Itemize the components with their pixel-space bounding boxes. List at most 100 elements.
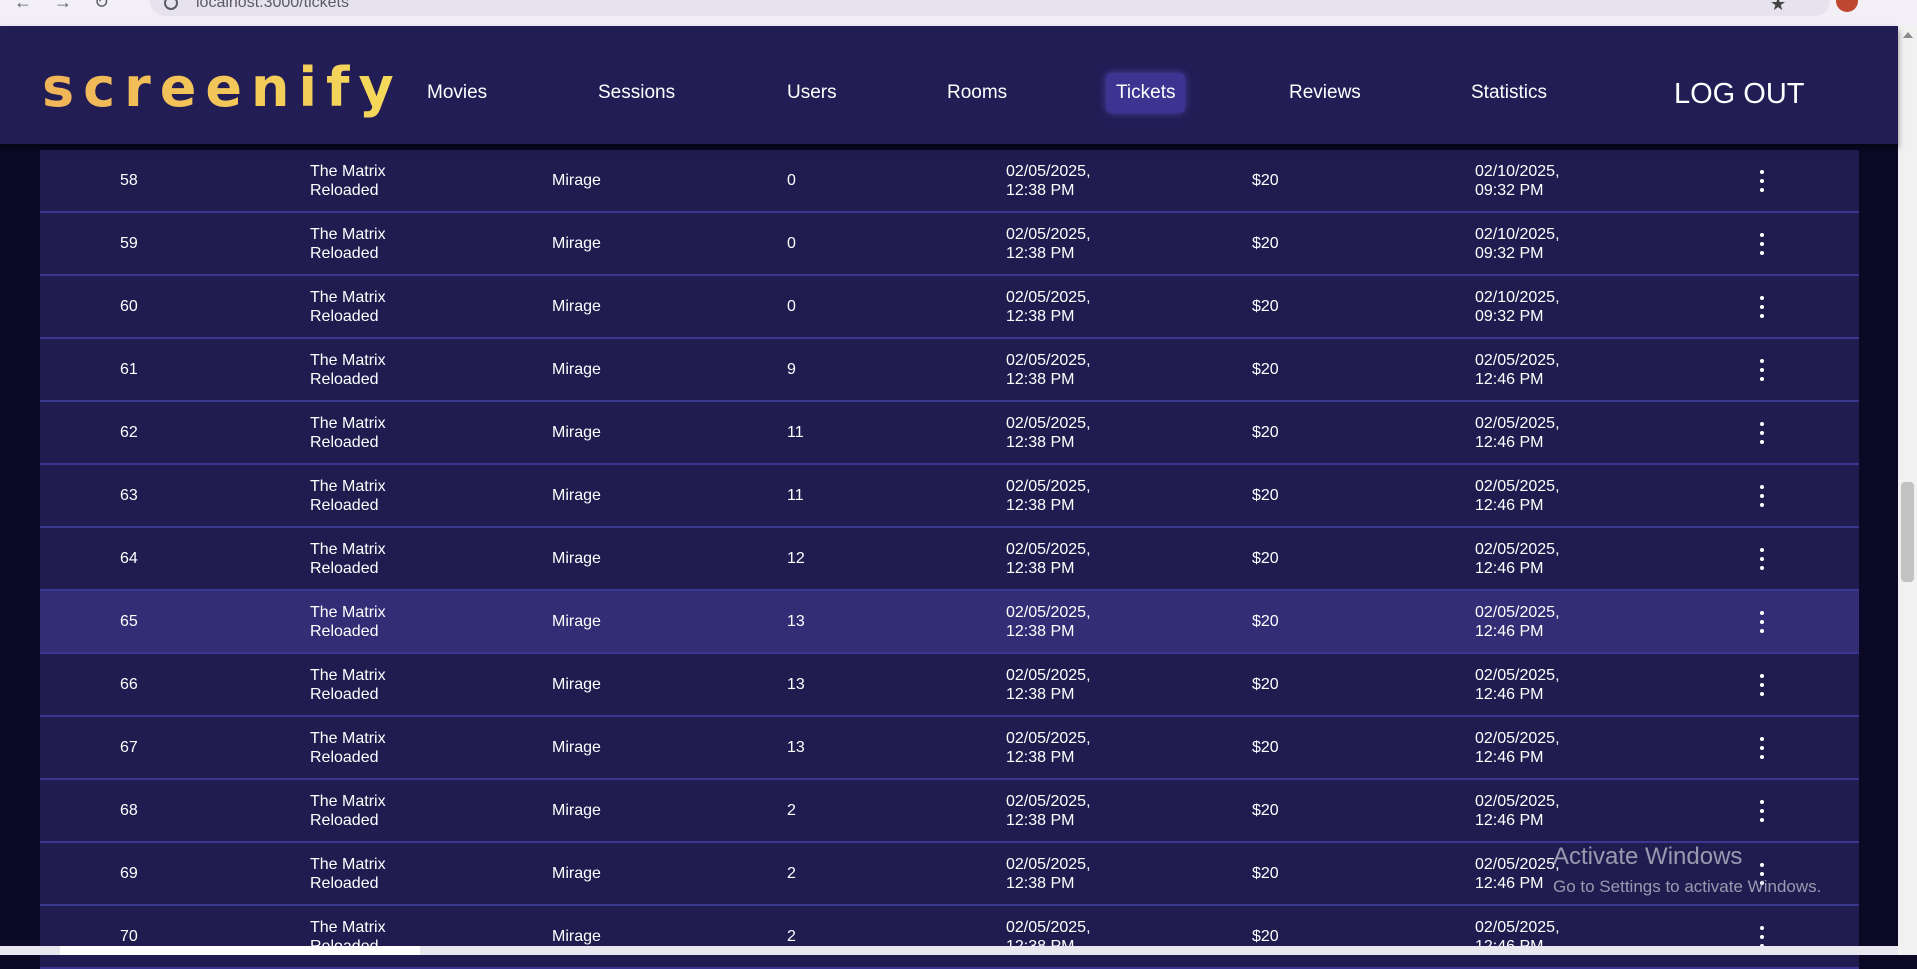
ticket-id: 65 <box>120 613 138 630</box>
purchase-date: 02/05/2025, <box>1475 352 1560 369</box>
more-vertical-icon[interactable] <box>1754 359 1770 381</box>
scroll-up-arrow-icon[interactable] <box>1903 32 1913 38</box>
session-date: 02/05/2025, <box>1006 226 1091 243</box>
session-date: 02/05/2025, <box>1006 415 1091 432</box>
ticket-id: 67 <box>120 739 138 756</box>
ticket-price: $20 <box>1252 802 1279 819</box>
ticket-price: $20 <box>1252 487 1279 504</box>
room-name: Mirage <box>552 865 601 882</box>
table-row[interactable]: 65 The Matrix Reloaded Mirage 13 02/05/2025, 1… <box>40 591 1859 654</box>
room-name: Mirage <box>552 928 601 945</box>
purchase-time: 12:46 PM <box>1475 434 1544 451</box>
more-vertical-icon[interactable] <box>1754 170 1770 192</box>
session-time: 12:38 PM <box>1006 686 1075 703</box>
nav-movies[interactable]: Movies <box>427 82 487 104</box>
movie-title-line1: The Matrix <box>310 478 386 495</box>
room-name: Mirage <box>552 172 601 189</box>
table-row[interactable]: 58 The Matrix Reloaded Mirage 0 02/05/2025, 12… <box>40 150 1859 213</box>
purchase-date: 02/05/2025, <box>1475 604 1560 621</box>
purchase-date: 02/05/2025, <box>1475 415 1560 432</box>
purchase-datetime: 02/10/2025, 09:32 PM <box>1475 288 1585 326</box>
ticket-price: $20 <box>1252 676 1279 693</box>
movie-title-line2: Reloaded <box>310 686 379 703</box>
seat-number: 2 <box>787 802 796 819</box>
more-vertical-icon[interactable] <box>1754 296 1770 318</box>
room-name: Mirage <box>552 550 601 567</box>
site-info-icon[interactable] <box>164 0 178 10</box>
movie-title-line2: Reloaded <box>310 434 379 451</box>
profile-avatar[interactable] <box>1836 0 1858 12</box>
session-datetime: 02/05/2025, 12:38 PM <box>1006 855 1116 893</box>
nav-users[interactable]: Users <box>787 82 837 104</box>
ticket-price: $20 <box>1252 865 1279 882</box>
session-date: 02/05/2025, <box>1006 604 1091 621</box>
movie-title-line2: Reloaded <box>310 371 379 388</box>
movie-title: The Matrix Reloaded <box>310 540 420 578</box>
address-url[interactable]: localhost:3000/tickets <box>196 0 349 12</box>
session-date: 02/05/2025, <box>1006 352 1091 369</box>
bottom-tab <box>60 946 420 955</box>
more-vertical-icon[interactable] <box>1754 674 1770 696</box>
table-row[interactable]: 67 The Matrix Reloaded Mirage 13 02/05/2025, 1… <box>40 717 1859 780</box>
movie-title-line1: The Matrix <box>310 163 386 180</box>
session-date: 02/05/2025, <box>1006 289 1091 306</box>
app-logo[interactable]: screenify <box>42 58 403 118</box>
nav-sessions[interactable]: Sessions <box>598 82 675 104</box>
session-time: 12:38 PM <box>1006 434 1075 451</box>
ticket-price: $20 <box>1252 613 1279 630</box>
movie-title-line2: Reloaded <box>310 623 379 640</box>
table-row[interactable]: 60 The Matrix Reloaded Mirage 0 02/05/2025, 12… <box>40 276 1859 339</box>
address-bar[interactable]: localhost:3000/tickets <box>150 0 1830 16</box>
movie-title-line1: The Matrix <box>310 415 386 432</box>
nav-statistics[interactable]: Statistics <box>1471 82 1547 104</box>
session-time: 12:38 PM <box>1006 623 1075 640</box>
movie-title: The Matrix Reloaded <box>310 225 420 263</box>
seat-number: 13 <box>787 613 805 630</box>
more-vertical-icon[interactable] <box>1754 422 1770 444</box>
more-vertical-icon[interactable] <box>1754 233 1770 255</box>
seat-number: 2 <box>787 865 796 882</box>
purchase-date: 02/05/2025, <box>1475 856 1560 873</box>
purchase-datetime: 02/10/2025, 09:32 PM <box>1475 225 1585 263</box>
browser-nav-icons[interactable]: ←→↻ <box>14 0 131 13</box>
movie-title: The Matrix Reloaded <box>310 855 420 893</box>
more-vertical-icon[interactable] <box>1754 926 1770 948</box>
table-row[interactable]: 68 The Matrix Reloaded Mirage 2 02/05/2025, 12… <box>40 780 1859 843</box>
bookmark-star-icon[interactable]: ★ <box>1770 0 1786 15</box>
ticket-id: 60 <box>120 298 138 315</box>
activate-windows-watermark: Activate Windows Go to Settings to activ… <box>1553 843 1821 897</box>
table-row[interactable]: 59 The Matrix Reloaded Mirage 0 02/05/2025, 12… <box>40 213 1859 276</box>
purchase-datetime: 02/05/2025, 12:46 PM <box>1475 477 1585 515</box>
session-datetime: 02/05/2025, 12:38 PM <box>1006 477 1116 515</box>
ticket-price: $20 <box>1252 361 1279 378</box>
more-vertical-icon[interactable] <box>1754 800 1770 822</box>
watermark-title: Activate Windows <box>1553 843 1743 870</box>
more-vertical-icon[interactable] <box>1754 548 1770 570</box>
table-row[interactable]: 70The MatrixReloadedMirage202/05/2025,12… <box>40 906 1859 969</box>
table-row[interactable]: 61 The Matrix Reloaded Mirage 9 02/05/2025, 12… <box>40 339 1859 402</box>
nav-rooms[interactable]: Rooms <box>947 82 1007 104</box>
scrollbar-thumb[interactable] <box>1901 482 1914 582</box>
more-vertical-icon[interactable] <box>1754 611 1770 633</box>
table-row[interactable]: 66 The Matrix Reloaded Mirage 13 02/05/2025, 1… <box>40 654 1859 717</box>
nav-reviews[interactable]: Reviews <box>1289 82 1361 104</box>
page-scrollbar[interactable] <box>1898 26 1917 955</box>
logout-button[interactable]: LOG OUT <box>1674 78 1805 110</box>
ticket-price: $20 <box>1252 235 1279 252</box>
movie-title-line2: Reloaded <box>310 749 379 766</box>
session-datetime: 02/05/2025, 12:38 PM <box>1006 540 1116 578</box>
nav-tickets[interactable]: Tickets <box>1106 73 1186 113</box>
seat-number: 0 <box>787 172 796 189</box>
ticket-id: 61 <box>120 361 138 378</box>
purchase-datetime: 02/10/2025, 09:32 PM <box>1475 162 1585 200</box>
room-name: Mirage <box>552 487 601 504</box>
purchase-datetime: 02/05/2025, 12:46 PM <box>1475 414 1585 452</box>
movie-title-line2: Reloaded <box>310 308 379 325</box>
more-vertical-icon[interactable] <box>1754 485 1770 507</box>
table-row[interactable]: 62 The Matrix Reloaded Mirage 11 02/05/2025, 1… <box>40 402 1859 465</box>
ticket-price: $20 <box>1252 172 1279 189</box>
table-row[interactable]: 63 The Matrix Reloaded Mirage 11 02/05/2025, 1… <box>40 465 1859 528</box>
more-vertical-icon[interactable] <box>1754 737 1770 759</box>
ticket-id: 59 <box>120 235 138 252</box>
table-row[interactable]: 64 The Matrix Reloaded Mirage 12 02/05/2025, 1… <box>40 528 1859 591</box>
